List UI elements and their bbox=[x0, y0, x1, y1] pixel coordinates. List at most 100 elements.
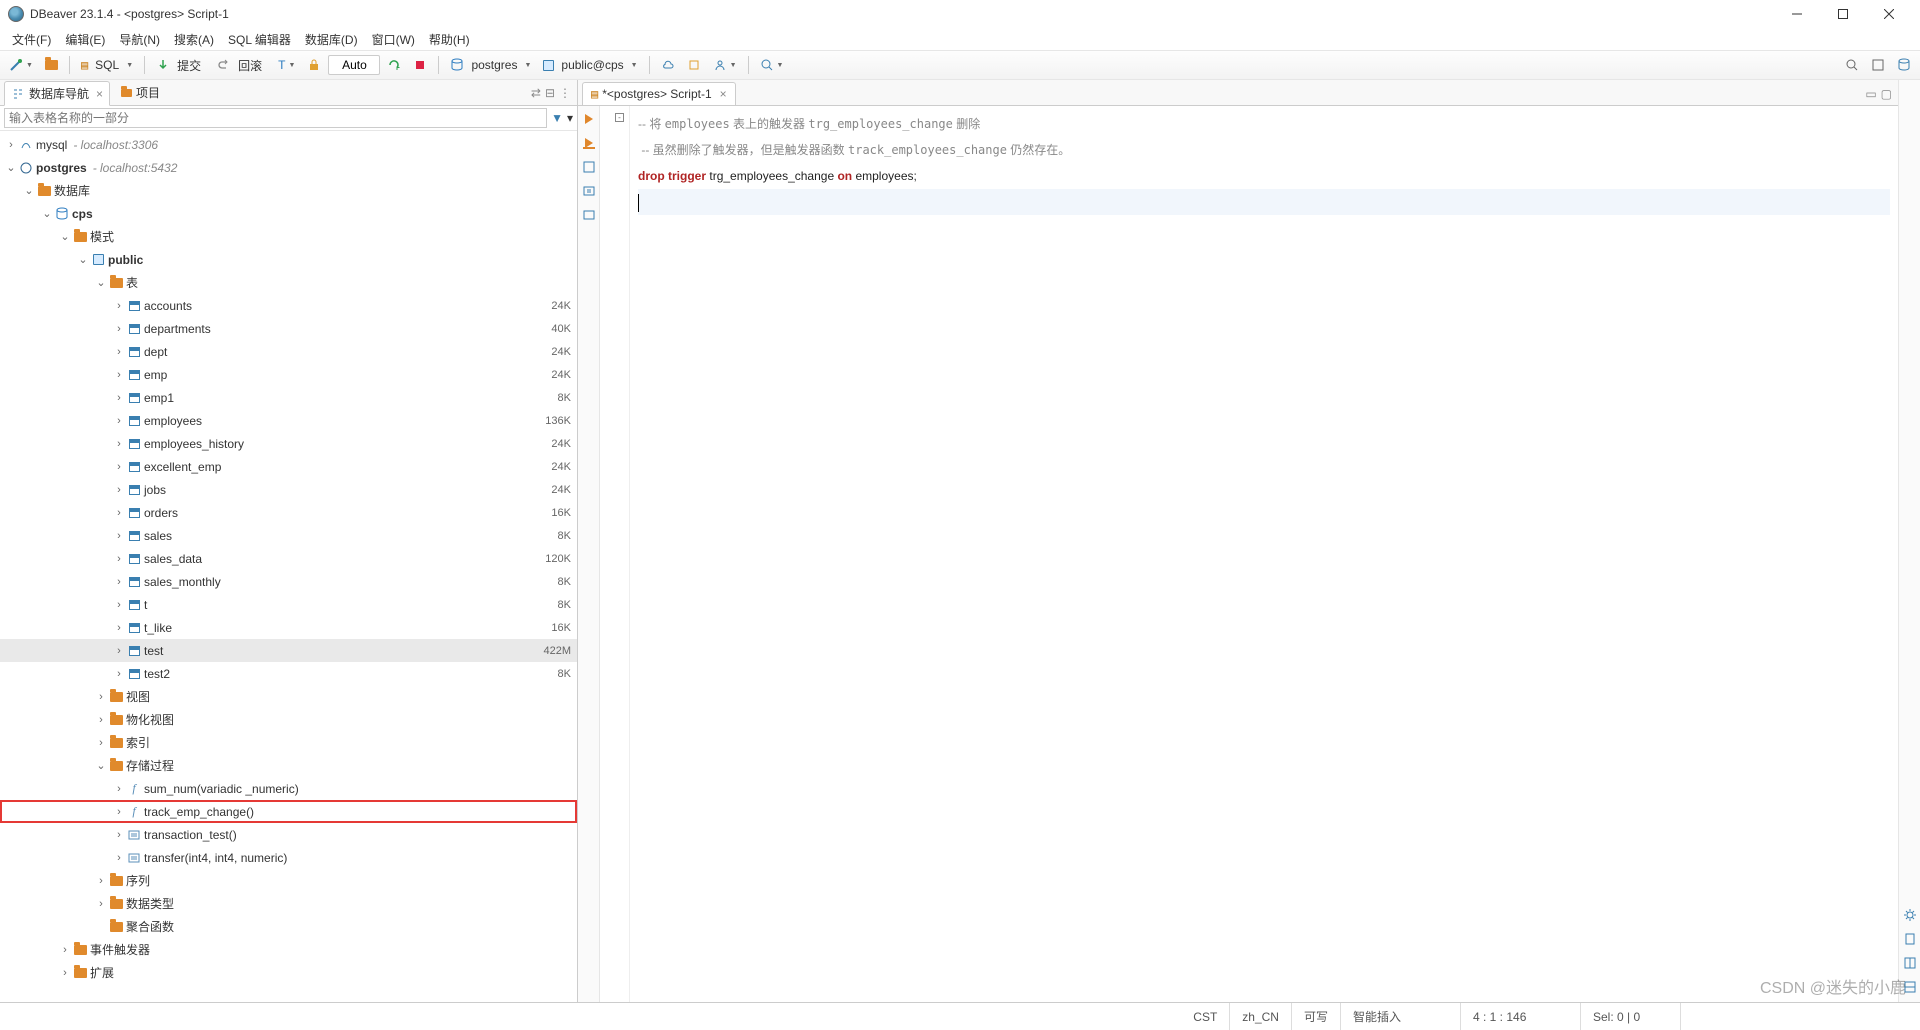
table-row[interactable]: jobs24K bbox=[0, 478, 577, 501]
folder-aggregates[interactable]: 聚合函数 bbox=[0, 915, 577, 938]
table-row[interactable]: accounts24K bbox=[0, 294, 577, 317]
funnel-icon[interactable]: ▼ bbox=[551, 111, 563, 125]
auto-field[interactable] bbox=[328, 55, 380, 75]
new-connection-button[interactable]: ▼ bbox=[4, 53, 38, 77]
search-global-button[interactable] bbox=[1840, 53, 1864, 77]
perspective-button[interactable] bbox=[1866, 53, 1890, 77]
navigator-tree[interactable]: mysql- localhost:3306 postgres- localhos… bbox=[0, 131, 577, 1002]
db-cps[interactable]: cps bbox=[0, 202, 577, 225]
export-icon[interactable] bbox=[582, 184, 596, 198]
stop-icon bbox=[413, 58, 427, 72]
minimize-button[interactable] bbox=[1774, 0, 1820, 28]
right-sidebar bbox=[1898, 80, 1920, 1002]
menu-icon[interactable]: ⋮ bbox=[559, 86, 571, 100]
table-row[interactable]: emp24K bbox=[0, 363, 577, 386]
tab-database-navigator[interactable]: 数据库导航× bbox=[4, 81, 110, 106]
tx-lock-button[interactable] bbox=[302, 53, 326, 77]
maximize-button[interactable] bbox=[1820, 0, 1866, 28]
filter-input[interactable] bbox=[4, 108, 547, 128]
menu-window[interactable]: 窗口(W) bbox=[366, 29, 421, 50]
table-row[interactable]: orders16K bbox=[0, 501, 577, 524]
folder-sequences[interactable]: 序列 bbox=[0, 869, 577, 892]
folder-event-triggers[interactable]: 事件触发器 bbox=[0, 938, 577, 961]
tab-script-1[interactable]: ▤ *<postgres> Script-1 × bbox=[582, 82, 736, 105]
folder-datatypes[interactable]: 数据类型 bbox=[0, 892, 577, 915]
table-row[interactable]: test28K bbox=[0, 662, 577, 685]
sql-editor[interactable]: -- 将 employees 表上的触发器 trg_employees_chan… bbox=[630, 106, 1898, 1002]
panels-icon[interactable] bbox=[1903, 956, 1917, 970]
schema-selector[interactable]: public@cps▼ bbox=[538, 53, 642, 77]
fold-toggle[interactable]: - bbox=[615, 113, 624, 122]
perspective-db-button[interactable] bbox=[1892, 53, 1916, 77]
users-button[interactable]: ▼ bbox=[708, 53, 742, 77]
fold-gutter[interactable]: - bbox=[600, 106, 630, 1002]
table-row[interactable]: employees136K bbox=[0, 409, 577, 432]
rollback-button[interactable]: 回滚 bbox=[212, 53, 271, 77]
close-button[interactable] bbox=[1866, 0, 1912, 28]
tab-project[interactable]: 项目 bbox=[114, 80, 167, 105]
rollback-icon bbox=[217, 58, 231, 72]
table-icon bbox=[129, 324, 140, 334]
menu-database[interactable]: 数据库(D) bbox=[299, 29, 364, 50]
load-icon[interactable] bbox=[582, 208, 596, 222]
link-icon[interactable]: ⇄ bbox=[531, 86, 541, 100]
stop-button[interactable] bbox=[408, 53, 432, 77]
table-row[interactable]: employees_history24K bbox=[0, 432, 577, 455]
table-row[interactable]: sales_monthly8K bbox=[0, 570, 577, 593]
search-button[interactable]: ▼ bbox=[755, 53, 789, 77]
folder-views[interactable]: 视图 bbox=[0, 685, 577, 708]
table-row[interactable]: test422M bbox=[0, 639, 577, 662]
menu-sql-editor[interactable]: SQL 编辑器 bbox=[222, 29, 297, 50]
folder-tables[interactable]: 表 bbox=[0, 271, 577, 294]
folder-icon bbox=[110, 715, 123, 725]
table-row[interactable]: departments40K bbox=[0, 317, 577, 340]
titlebar: DBeaver 23.1.4 - <postgres> Script-1 bbox=[0, 0, 1920, 28]
folder-extensions[interactable]: 扩展 bbox=[0, 961, 577, 984]
conn-mysql[interactable]: mysql- localhost:3306 bbox=[0, 133, 577, 156]
menu-file[interactable]: 文件(F) bbox=[6, 29, 57, 50]
procedure-row[interactable]: transaction_test() bbox=[0, 823, 577, 846]
table-row[interactable]: sales8K bbox=[0, 524, 577, 547]
driver-button[interactable] bbox=[682, 53, 706, 77]
refresh-button[interactable] bbox=[382, 53, 406, 77]
folder-schemas[interactable]: 模式 bbox=[0, 225, 577, 248]
folder-procedures[interactable]: 存储过程 bbox=[0, 754, 577, 777]
minimize-panel-icon[interactable]: ▭ bbox=[1865, 87, 1876, 101]
run-icon[interactable] bbox=[582, 112, 596, 126]
connection-selector[interactable]: postgres▼ bbox=[445, 53, 536, 77]
table-row[interactable]: t_like16K bbox=[0, 616, 577, 639]
collapse-icon[interactable]: ⊟ bbox=[545, 86, 555, 100]
close-icon[interactable]: × bbox=[96, 87, 103, 101]
close-icon[interactable]: × bbox=[720, 87, 727, 101]
new-sql-button[interactable]: ▤SQL▼ bbox=[76, 53, 138, 77]
sql-icon: ▤ bbox=[591, 87, 598, 101]
table-row[interactable]: t8K bbox=[0, 593, 577, 616]
table-icon bbox=[129, 416, 140, 426]
menu-edit[interactable]: 编辑(E) bbox=[59, 29, 111, 50]
new-folder-button[interactable] bbox=[40, 53, 63, 77]
table-row[interactable]: excellent_emp24K bbox=[0, 455, 577, 478]
schema-public[interactable]: public bbox=[0, 248, 577, 271]
run-script-icon[interactable] bbox=[582, 136, 596, 150]
folder-indexes[interactable]: 索引 bbox=[0, 731, 577, 754]
procedure-row[interactable]: ftrack_emp_change() bbox=[0, 800, 577, 823]
gear-icon[interactable] bbox=[1903, 908, 1917, 922]
explain-icon[interactable] bbox=[582, 160, 596, 174]
folder-databases[interactable]: 数据库 bbox=[0, 179, 577, 202]
procedure-row[interactable]: transfer(int4, int4, numeric) bbox=[0, 846, 577, 869]
menu-search[interactable]: 搜索(A) bbox=[168, 29, 220, 50]
conn-postgres[interactable]: postgres- localhost:5432 bbox=[0, 156, 577, 179]
page-icon[interactable] bbox=[1903, 932, 1917, 946]
procedure-row[interactable]: fsum_num(variadic _numeric) bbox=[0, 777, 577, 800]
cloud-button[interactable] bbox=[656, 53, 680, 77]
maximize-panel-icon[interactable]: ▢ bbox=[1881, 87, 1892, 101]
table-row[interactable]: emp18K bbox=[0, 386, 577, 409]
commit-button[interactable]: 提交 bbox=[151, 53, 210, 77]
menu-navigate[interactable]: 导航(N) bbox=[113, 29, 166, 50]
table-row[interactable]: dept24K bbox=[0, 340, 577, 363]
folder-matviews[interactable]: 物化视图 bbox=[0, 708, 577, 731]
database-icon bbox=[450, 58, 464, 72]
table-row[interactable]: sales_data120K bbox=[0, 547, 577, 570]
menu-help[interactable]: 帮助(H) bbox=[423, 29, 476, 50]
tx-mode-button[interactable]: T▼ bbox=[273, 53, 300, 77]
